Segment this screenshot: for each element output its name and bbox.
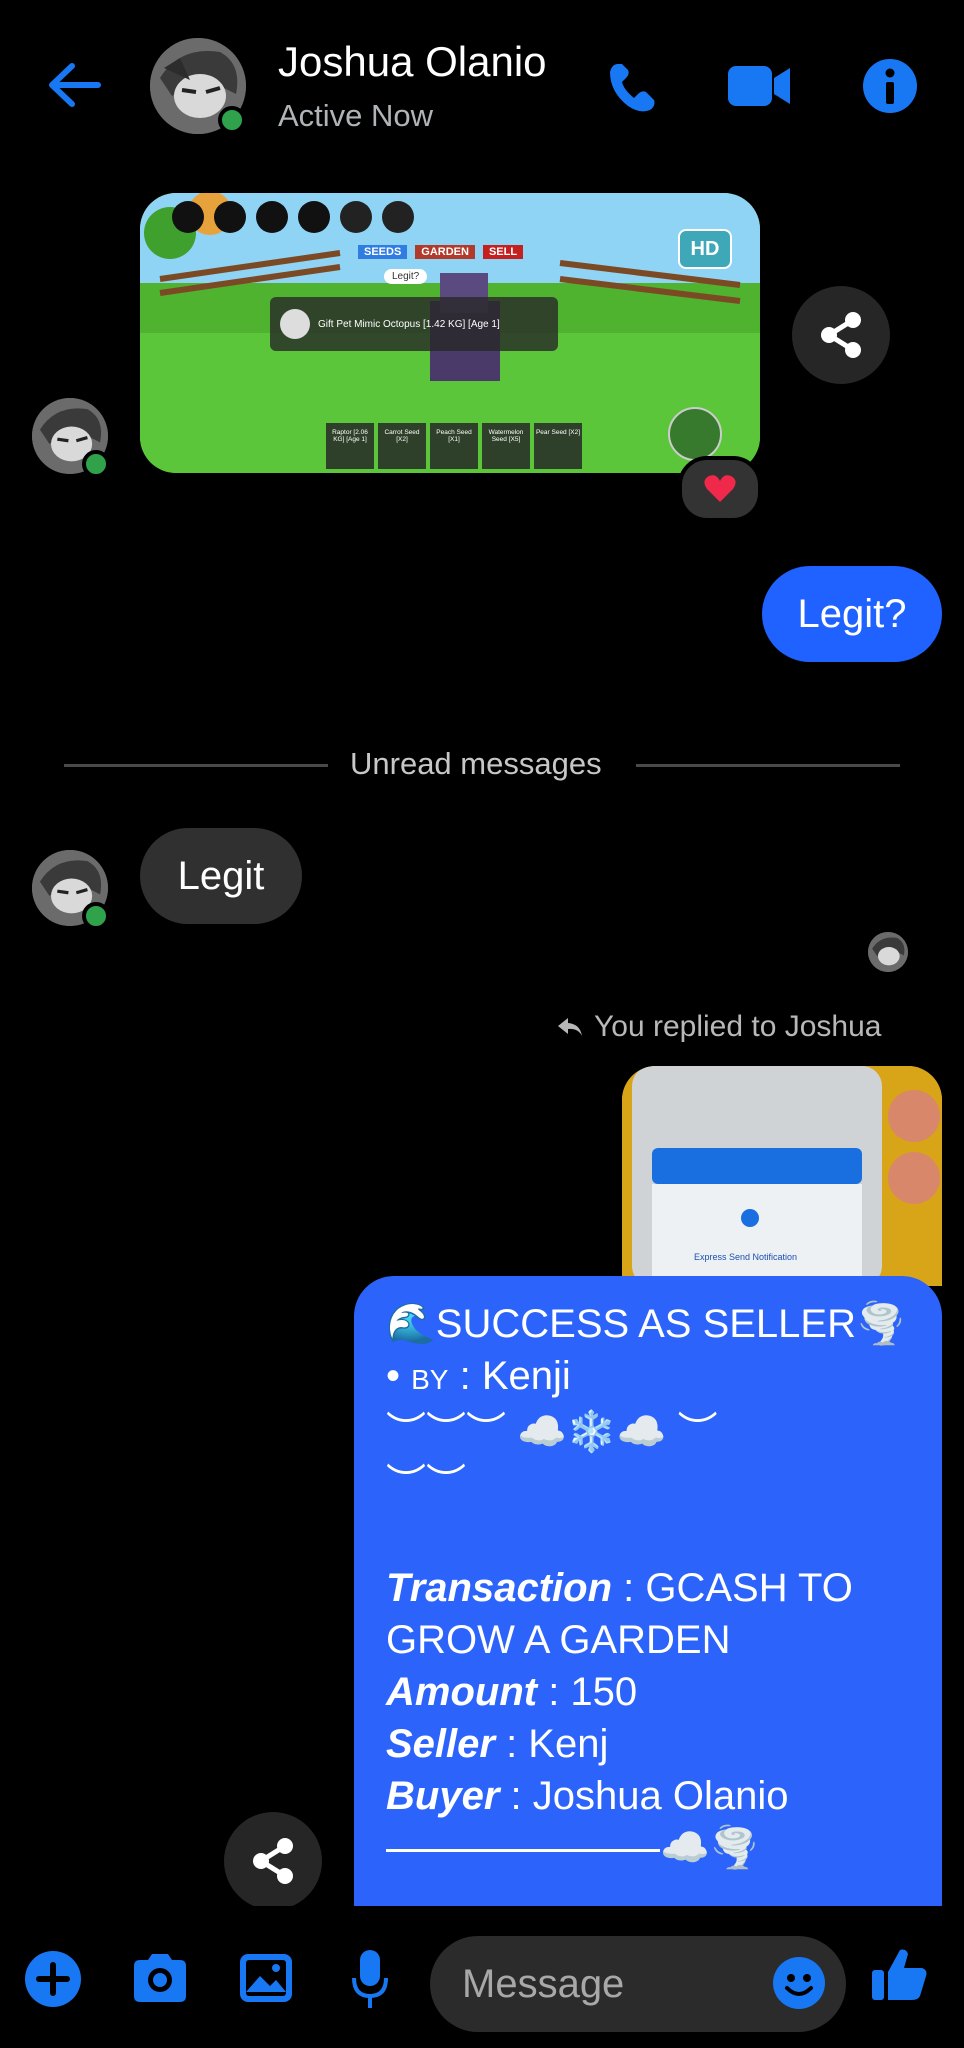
outgoing-message[interactable]: Legit? [762, 566, 942, 662]
game-toolbar [172, 201, 414, 233]
roblox-icon [172, 201, 204, 233]
gift-popup: Gift Pet Mimic Octopus [1.42 KG] [Age 1] [270, 297, 558, 351]
online-indicator [82, 450, 110, 478]
heart-icon [704, 475, 736, 502]
transaction-row: Transaction : GCASH TO GROW A GARDEN [386, 1566, 853, 1662]
info-icon[interactable] [862, 58, 918, 114]
tab-sell: SELL [482, 245, 524, 259]
share-icon [253, 1838, 293, 1884]
chat-icon [256, 201, 288, 233]
unread-divider-label: Unread messages [350, 746, 602, 781]
decorative-line: ︶︶︶ ☁️❄️☁️ ︶ [386, 1410, 718, 1454]
backpack-icon [340, 201, 372, 233]
share-button[interactable] [792, 286, 890, 384]
hotbar-slot: Pear Seed [X2] [534, 423, 582, 469]
hd-badge: HD [678, 229, 732, 269]
hotbar-slot: Carrot Seed [X2] [378, 423, 426, 469]
hand-icon [280, 309, 310, 339]
game-screenshot-image[interactable]: SEEDS GARDEN SELL Legit? HD Gift Pet Mim… [140, 193, 760, 473]
seen-avatar [868, 932, 908, 972]
phone-icon[interactable] [604, 58, 662, 116]
buyer-row: Buyer : Joshua Olanio [386, 1774, 789, 1818]
jump-button [668, 407, 722, 461]
seller-row: Seller : Kenj [386, 1722, 609, 1766]
game-tabs: SEEDS GARDEN SELL [358, 245, 524, 259]
tools-icon [382, 201, 414, 233]
plus-icon[interactable] [24, 1950, 82, 2008]
share-icon [821, 312, 861, 358]
hotbar-slot: Peach Seed [X1] [430, 423, 478, 469]
hotbar: Raptor [2.06 KG] [Age 1] Carrot Seed [X2… [326, 423, 582, 469]
online-indicator [218, 106, 246, 134]
emoji-icon[interactable] [772, 1956, 826, 2010]
game-chat-bubble: Legit? [384, 269, 428, 284]
decorative-line: ︶︶ [386, 1462, 466, 1506]
gear-icon [298, 201, 330, 233]
heart-reaction[interactable] [678, 456, 762, 522]
amount-row: Amount : 150 [386, 1670, 638, 1714]
footer-line: ☁️🌪️ [386, 1822, 922, 1874]
reply-indicator: You replied to Joshua [556, 1010, 881, 1044]
seller-card-text: 🌊SUCCESS AS SELLER🌪️ • BY : Kenji ︶︶︶ ☁️… [386, 1298, 922, 1874]
reply-arrow-icon [558, 1018, 582, 1036]
share-button[interactable] [224, 1812, 322, 1910]
menu-icon [214, 201, 246, 233]
hotbar-slot: Raptor [2.06 KG] [Age 1] [326, 423, 374, 469]
thumbs-up-icon[interactable] [870, 1944, 930, 2004]
incoming-message[interactable]: Legit [140, 828, 302, 924]
back-arrow-icon[interactable] [44, 60, 104, 110]
tab-seeds: SEEDS [358, 245, 408, 259]
divider-line [636, 764, 900, 767]
gallery-icon[interactable] [238, 1952, 294, 2004]
reply-preview-text: Express Send Notification [694, 1252, 798, 1262]
seller-card-by: • BY : Kenji [386, 1354, 571, 1398]
video-camera-icon[interactable] [726, 60, 792, 112]
microphone-icon[interactable] [350, 1948, 390, 2010]
camera-icon[interactable] [130, 1952, 190, 2004]
reply-label-text: You replied to Joshua [594, 1010, 882, 1043]
tab-garden: GARDEN [415, 245, 475, 259]
contact-status: Active Now [278, 98, 434, 133]
seller-card-title: 🌊SUCCESS AS SELLER🌪️ [386, 1302, 906, 1346]
gift-popup-title: Gift Pet Mimic Octopus [1.42 KG] [Age 1] [318, 318, 500, 330]
online-indicator [82, 902, 110, 930]
hotbar-slot: Watermelon Seed [X5] [482, 423, 530, 469]
contact-name[interactable]: Joshua Olanio [278, 38, 547, 86]
seller-proof-message[interactable]: 🌊SUCCESS AS SELLER🌪️ • BY : Kenji ︶︶︶ ☁️… [354, 1276, 942, 1906]
message-placeholder: Message [462, 1962, 625, 2006]
divider-line [64, 764, 328, 767]
replied-image-preview[interactable]: Express Send Notification [622, 1066, 942, 1286]
